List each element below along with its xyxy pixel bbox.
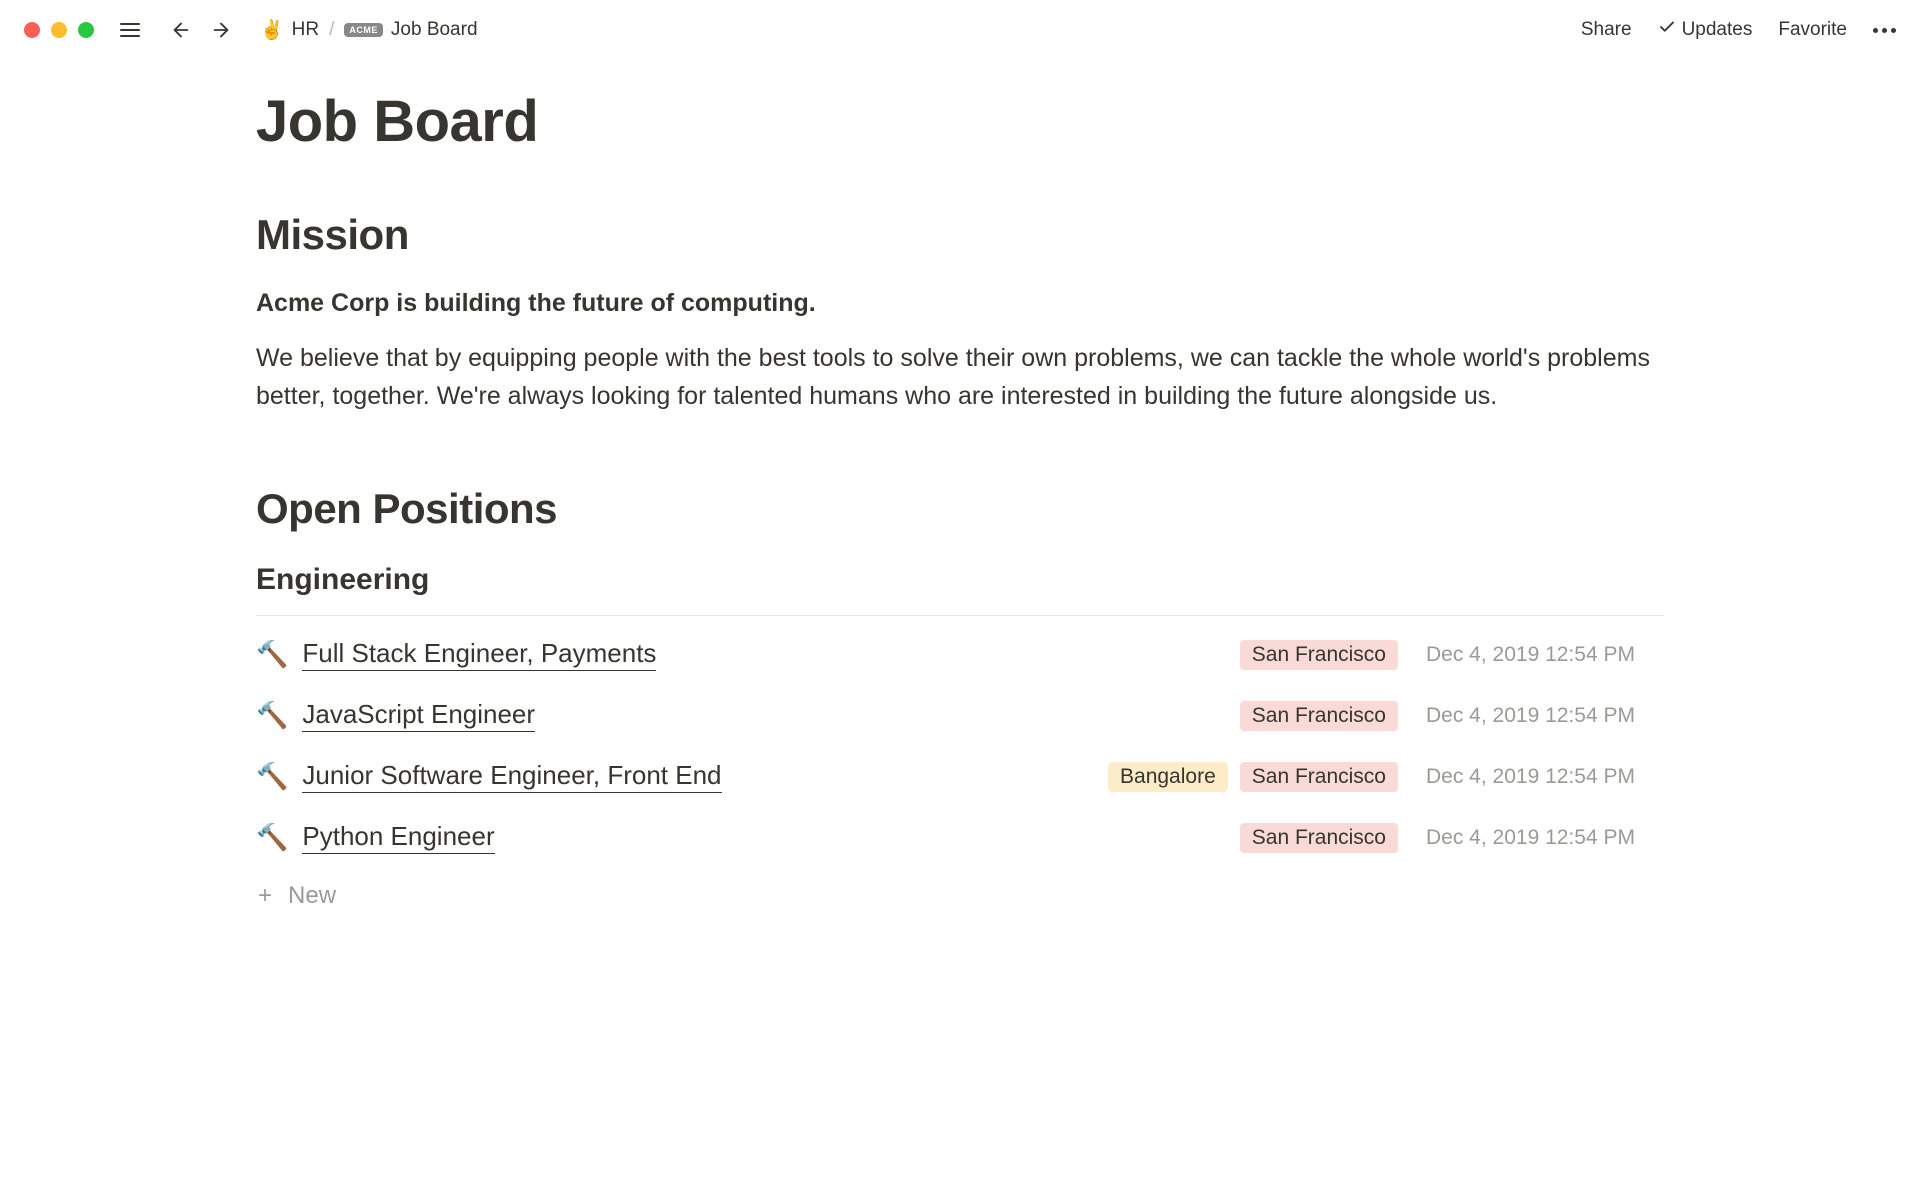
position-date: Dec 4, 2019 12:54 PM	[1426, 765, 1664, 789]
share-label: Share	[1581, 19, 1632, 41]
location-tag: San Francisco	[1240, 701, 1398, 731]
breadcrumb-job-board[interactable]: ACME Job Board	[344, 19, 477, 41]
position-tags: San Francisco	[1240, 640, 1398, 670]
share-button[interactable]: Share	[1581, 19, 1632, 41]
mission-heading[interactable]: Mission	[256, 211, 1664, 259]
position-tags: Bangalore San Francisco	[1108, 762, 1398, 792]
favorite-label: Favorite	[1778, 19, 1847, 41]
breadcrumb-board-label: Job Board	[391, 19, 478, 41]
position-title: JavaScript Engineer	[302, 699, 535, 732]
new-label: New	[288, 882, 336, 910]
more-menu-button[interactable]	[1873, 28, 1896, 33]
mission-body[interactable]: We believe that by equipping people with…	[256, 340, 1664, 415]
position-date: Dec 4, 2019 12:54 PM	[1426, 704, 1664, 728]
position-date: Dec 4, 2019 12:54 PM	[1426, 643, 1664, 667]
nav-back-button[interactable]	[164, 15, 198, 45]
position-row[interactable]: 🔨 JavaScript Engineer San Francisco Dec 4, …	[256, 685, 1664, 746]
position-tags: San Francisco	[1240, 701, 1398, 731]
location-tag: San Francisco	[1240, 640, 1398, 670]
updates-button[interactable]: Updates	[1658, 18, 1753, 42]
window-controls	[24, 22, 94, 38]
checkmark-icon	[1658, 18, 1676, 42]
favorite-button[interactable]: Favorite	[1778, 19, 1847, 41]
position-tags: San Francisco	[1240, 823, 1398, 853]
acme-badge-icon: ACME	[344, 23, 383, 37]
open-positions-heading[interactable]: Open Positions	[256, 485, 1664, 533]
hammer-icon: 🔨	[256, 639, 288, 670]
close-window-button[interactable]	[24, 22, 40, 38]
position-date: Dec 4, 2019 12:54 PM	[1426, 826, 1664, 850]
position-row[interactable]: 🔨 Full Stack Engineer, Payments San Franci…	[256, 624, 1664, 685]
sidebar-toggle-icon[interactable]	[116, 19, 144, 41]
position-title: Junior Software Engineer, Front End	[302, 760, 721, 793]
nav-forward-button[interactable]	[204, 15, 238, 45]
positions-list: 🔨 Full Stack Engineer, Payments San Franci…	[256, 624, 1664, 868]
breadcrumb-hr-label: HR	[292, 19, 319, 41]
position-title: Python Engineer	[302, 821, 494, 854]
toolbar-left: ✌️ HR / ACME Job Board	[24, 15, 478, 45]
maximize-window-button[interactable]	[78, 22, 94, 38]
breadcrumb-separator: /	[329, 19, 334, 41]
new-position-button[interactable]: + New	[256, 868, 1664, 924]
location-tag: San Francisco	[1240, 823, 1398, 853]
positions-divider	[256, 615, 1664, 616]
plus-icon: +	[258, 882, 272, 910]
hr-emoji-icon: ✌️	[260, 18, 284, 42]
engineering-heading[interactable]: Engineering	[256, 563, 1664, 597]
position-title: Full Stack Engineer, Payments	[302, 638, 656, 671]
hammer-icon: 🔨	[256, 700, 288, 731]
location-tag: Bangalore	[1108, 762, 1228, 792]
page-content: Job Board Mission Acme Corp is building …	[0, 60, 1920, 924]
location-tag: San Francisco	[1240, 762, 1398, 792]
updates-label: Updates	[1682, 19, 1753, 41]
breadcrumb-hr[interactable]: ✌️ HR	[260, 18, 319, 42]
toolbar: ✌️ HR / ACME Job Board Share Updates Fav…	[0, 0, 1920, 60]
hammer-icon: 🔨	[256, 822, 288, 853]
toolbar-right: Share Updates Favorite	[1581, 18, 1896, 42]
nav-arrows	[164, 15, 238, 45]
page-title[interactable]: Job Board	[256, 88, 1664, 155]
minimize-window-button[interactable]	[51, 22, 67, 38]
position-row[interactable]: 🔨 Junior Software Engineer, Front End Bang…	[256, 746, 1664, 807]
breadcrumb: ✌️ HR / ACME Job Board	[260, 18, 478, 42]
position-row[interactable]: 🔨 Python Engineer San Francisco Dec 4, 2019…	[256, 807, 1664, 868]
mission-tagline[interactable]: Acme Corp is building the future of comp…	[256, 289, 1664, 318]
hammer-icon: 🔨	[256, 761, 288, 792]
